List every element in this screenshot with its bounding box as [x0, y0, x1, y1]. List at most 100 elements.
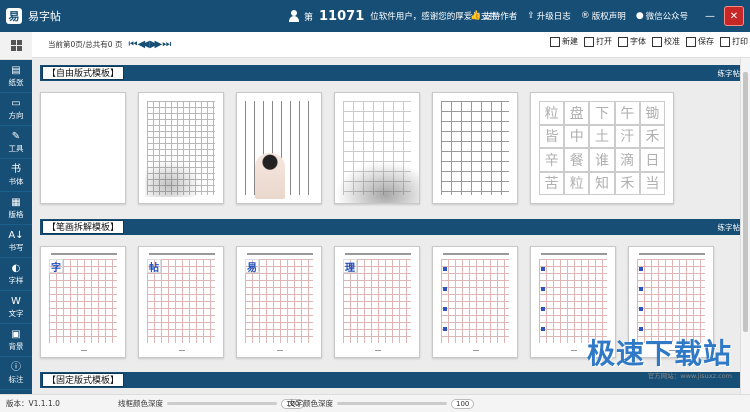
version-text: 版本：V1.1.1.0 — [6, 399, 60, 408]
template-landscape[interactable] — [334, 92, 420, 204]
top-link-label: 支持作者 — [483, 12, 518, 22]
stroke-template[interactable]: 字 — [40, 246, 126, 358]
grid-char: 汗 — [614, 124, 640, 148]
app-logo-icon: 易 — [6, 8, 22, 24]
ink-painting — [145, 157, 205, 197]
save-icon — [686, 36, 696, 47]
grid-char: 皆 — [539, 124, 565, 148]
app-title: 易字帖 — [28, 10, 61, 23]
writing-icon: A↓ — [8, 229, 24, 241]
grid-char: 锄 — [639, 101, 665, 125]
grid-char: 下 — [589, 101, 615, 125]
upgrade-icon: ⇪ — [527, 11, 535, 21]
next-page-button[interactable]: ▶▶ — [150, 39, 163, 50]
grid-char: 禾 — [614, 171, 640, 195]
last-page-button[interactable]: ⏭ — [162, 39, 171, 50]
sidebar-item-text[interactable]: W 文字 — [0, 291, 32, 324]
line-depth-control: 线框颜色深度 100 — [118, 398, 305, 409]
text-depth-slider[interactable] — [337, 402, 447, 405]
sidebar-item-label: 标注 — [8, 374, 24, 384]
thumb-char-grid: 粒 盘 下 午 锄 皆 中 土 汗 禾 辛 餐 谁 滴 日 苦 粒 知 禾 当 — [539, 101, 665, 195]
page-info: 当前第0页/总共有0 页 — [48, 40, 123, 49]
status-bar: 版本：V1.1.1.0 线框颜色深度 100 文字颜色深度 100 — [0, 394, 750, 412]
section-title: 【固定版式模板】 — [42, 373, 125, 387]
template-grid-pinyin[interactable] — [432, 92, 518, 204]
proofread-button[interactable]: 校准 — [652, 36, 680, 47]
close-button[interactable]: ✕ — [724, 6, 744, 26]
landscape-painting — [335, 161, 419, 203]
grid-char: 禾 — [639, 124, 665, 148]
section-link[interactable]: 练字帖 — [718, 68, 741, 79]
sidebar-item-font[interactable]: 书书体 — [0, 159, 32, 192]
action-label: 打开 — [596, 37, 612, 46]
font-icon: 书 — [11, 163, 21, 175]
annotation-icon: ⓘ — [11, 361, 21, 373]
grid-char: 土 — [589, 124, 615, 148]
text-icon: W — [11, 295, 21, 307]
print-button[interactable]: 打印 — [720, 36, 748, 47]
stroke-template[interactable] — [432, 246, 518, 358]
stroke-template[interactable]: 易 — [236, 246, 322, 358]
lady-illustration — [255, 153, 285, 199]
support-author-link[interactable]: 👍 支持作者 — [470, 10, 517, 22]
new-button[interactable]: 新建 — [550, 36, 578, 47]
paper-icon: ▤ — [11, 64, 21, 76]
user-icon — [288, 10, 300, 22]
top-link-label: 升级日志 — [536, 12, 571, 22]
open-button[interactable]: 打开 — [584, 36, 612, 47]
menu-grid-button[interactable] — [0, 32, 32, 60]
section-header-free: 【自由版式模板】 练字帖 — [40, 65, 740, 81]
grid-char: 谁 — [589, 148, 615, 172]
section-link[interactable]: 练字帖 — [718, 222, 741, 233]
user-prefix: 第 — [304, 12, 314, 23]
template-grid-ink[interactable] — [138, 92, 224, 204]
action-label: 字体 — [630, 37, 646, 46]
sidebar-item-tools[interactable]: ✎ 工具 — [0, 126, 32, 159]
grid-char: 日 — [639, 148, 665, 172]
title-bar: 易 易字帖 第 11071 位软件用户，感谢您的厚爱与支持 👍 支持作者 ⇪ 升级日… — [0, 0, 750, 32]
toolbar: 当前第0页/总共有0 页 ⏮ ◀◀ ▶▶ ⏭ 新建 打开 字体 校准 保存 打印 — [32, 32, 750, 58]
font-icon — [618, 36, 628, 47]
top-link-label: 微信公众号 — [645, 12, 689, 22]
line-depth-slider[interactable] — [167, 402, 277, 405]
sidebar-item-grid-format[interactable]: ▦ 版格 — [0, 192, 32, 225]
top-link-label: 版权声明 — [591, 12, 626, 22]
background-icon: ▣ — [11, 328, 21, 340]
new-icon — [550, 36, 560, 47]
sidebar-item-annotation[interactable]: ⓘ 标注 — [0, 357, 32, 390]
grid-char: 盘 — [564, 101, 590, 125]
text-depth-value[interactable]: 100 — [451, 398, 475, 409]
prev-page-button[interactable]: ◀◀ — [137, 39, 150, 50]
vertical-scrollbar[interactable] — [740, 58, 750, 394]
user-count: 11071 — [319, 8, 365, 24]
template-lines-lady[interactable] — [236, 92, 322, 204]
wechat-link[interactable]: ● 微信公众号 — [636, 10, 688, 22]
save-button[interactable]: 保存 — [686, 36, 714, 47]
font-button[interactable]: 字体 — [618, 36, 646, 47]
copyright-link[interactable]: ® 版权声明 — [581, 10, 626, 22]
sidebar-item-direction[interactable]: ▭ 方向 — [0, 93, 32, 126]
first-page-button[interactable]: ⏮ — [128, 39, 137, 50]
grid-char: 苦 — [539, 171, 565, 195]
sidebar-item-background[interactable]: ▣ 背景 — [0, 324, 32, 357]
sidebar-item-glyph-style[interactable]: ◐ 字样 — [0, 258, 32, 291]
sidebar-item-paper[interactable]: ▤ 纸张 — [0, 60, 32, 93]
site-watermark: 极速下载站 官方网站：www.jisuxz.com — [587, 332, 732, 380]
grid-char: 中 — [564, 124, 590, 148]
template-blank[interactable] — [40, 92, 126, 204]
thumbs-up-icon: 👍 — [470, 11, 482, 21]
glyph-style-icon: ◐ — [11, 262, 21, 274]
scrollbar-thumb[interactable] — [743, 72, 748, 332]
section-title: 【自由版式模板】 — [42, 66, 125, 80]
sidebar-item-label: 工具 — [8, 143, 24, 153]
sidebar-item-label: 书体 — [8, 176, 24, 186]
pen-tool-icon: ✎ — [11, 130, 21, 142]
template-chars[interactable]: 粒 盘 下 午 锄 皆 中 土 汗 禾 辛 餐 谁 滴 日 苦 粒 知 禾 当 — [530, 92, 674, 204]
sidebar-item-writing[interactable]: A↓ 书写 — [0, 225, 32, 258]
watermark-title: 极速下载站 — [586, 337, 732, 370]
stroke-template[interactable]: 理 — [334, 246, 420, 358]
upgrade-log-link[interactable]: ⇪ 升级日志 — [527, 10, 571, 22]
stroke-template[interactable]: 帖 — [138, 246, 224, 358]
action-label: 校准 — [664, 37, 680, 46]
minimize-button[interactable]: — — [700, 6, 720, 26]
